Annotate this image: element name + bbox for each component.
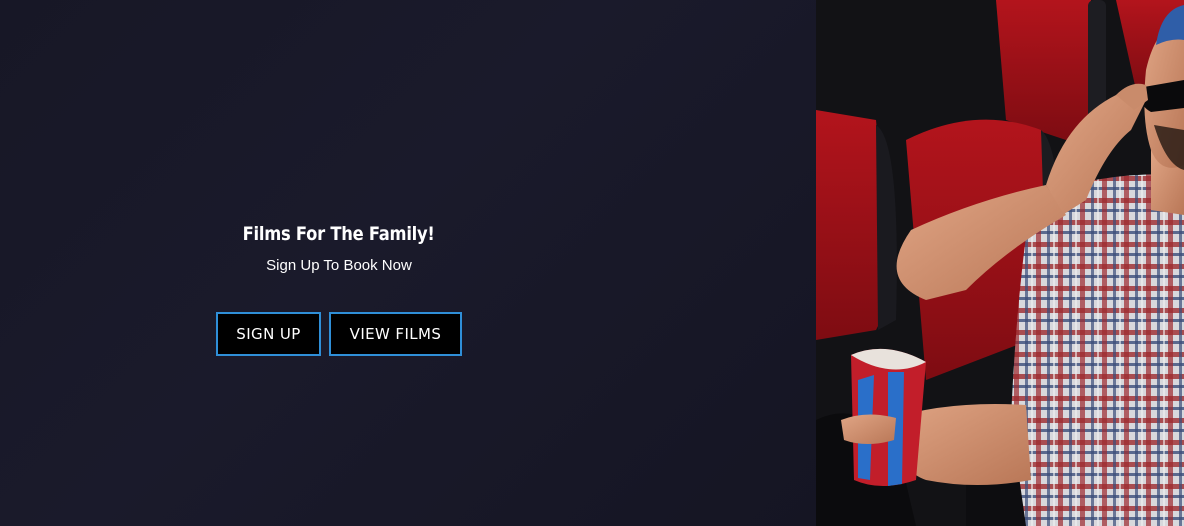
hero-subline: Sign Up To Book Now bbox=[266, 257, 412, 274]
hero-text-panel: Films For The Family! Sign Up To Book No… bbox=[0, 0, 816, 526]
view-films-button[interactable]: VIEW FILMS bbox=[329, 312, 462, 356]
sign-up-button[interactable]: SIGN UP bbox=[216, 312, 321, 356]
cta-button-row: SIGN UP VIEW FILMS bbox=[216, 312, 462, 356]
cinema-photo bbox=[816, 0, 1184, 526]
hero-section: Films For The Family! Sign Up To Book No… bbox=[0, 0, 1184, 526]
cta-block: Films For The Family! Sign Up To Book No… bbox=[0, 220, 678, 356]
hero-headline: Films For The Family! bbox=[243, 223, 435, 245]
cinema-photo-illustration bbox=[816, 0, 1184, 526]
